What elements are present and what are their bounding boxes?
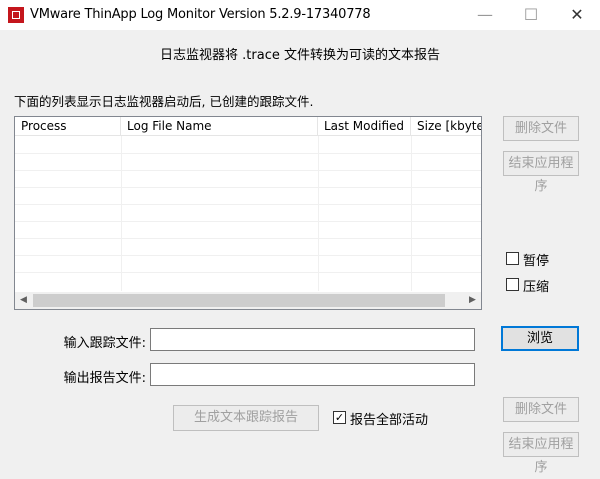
- grid-column-line: [318, 136, 319, 291]
- delete-file-button-bottom[interactable]: 删除文件: [503, 397, 579, 422]
- compress-label: 压缩: [523, 280, 550, 295]
- report-all-activity-label: 报告全部活动: [350, 413, 429, 428]
- end-application-button[interactable]: 结束应用程序: [503, 151, 579, 194]
- grid-column-line: [121, 136, 122, 291]
- end-application-button-bottom[interactable]: 结束应用程序: [503, 432, 579, 475]
- input-trace-file-field[interactable]: [150, 328, 475, 351]
- window-title: VMware ThinApp Log Monitor Version 5.2.9…: [30, 7, 371, 22]
- list-description: 下面的列表显示日志监视器启动后, 已创建的跟踪文件.: [14, 94, 314, 109]
- title-bar: VMware ThinApp Log Monitor Version 5.2.9…: [0, 0, 600, 30]
- output-report-label: 输出报告文件:: [63, 371, 146, 386]
- subtitle: 日志监视器将 .trace 文件转换为可读的文本报告: [160, 48, 440, 63]
- close-button[interactable]: ✕: [554, 0, 600, 30]
- input-trace-label: 输入跟踪文件:: [63, 336, 146, 351]
- horizontal-scrollbar[interactable]: ◀ ▶: [15, 292, 481, 309]
- delete-file-button[interactable]: 删除文件: [503, 116, 579, 141]
- pause-checkbox[interactable]: [506, 252, 519, 265]
- column-header-log-file-name[interactable]: Log File Name: [121, 117, 318, 136]
- scroll-left-icon[interactable]: ◀: [15, 292, 32, 309]
- browse-button[interactable]: 浏览: [501, 326, 579, 351]
- pause-label: 暂停: [523, 254, 550, 269]
- grid-column-line: [411, 136, 412, 291]
- vmware-app-icon: [8, 7, 24, 23]
- column-header-process[interactable]: Process: [15, 117, 121, 136]
- trace-file-list[interactable]: Process Log File Name Last Modified Size…: [14, 116, 482, 310]
- output-report-file-field[interactable]: [150, 363, 475, 386]
- scrollbar-thumb[interactable]: [33, 294, 445, 307]
- generate-report-button[interactable]: 生成文本跟踪报告: [173, 405, 319, 431]
- compress-checkbox[interactable]: [506, 278, 519, 291]
- column-header-last-modified[interactable]: Last Modified: [318, 117, 411, 136]
- report-all-activity-checkbox[interactable]: ✓: [333, 411, 346, 424]
- column-header-size[interactable]: Size [kbytes]: [411, 117, 481, 136]
- minimize-button[interactable]: —: [462, 0, 508, 30]
- maximize-button[interactable]: ☐: [508, 0, 554, 30]
- scroll-right-icon[interactable]: ▶: [464, 292, 481, 309]
